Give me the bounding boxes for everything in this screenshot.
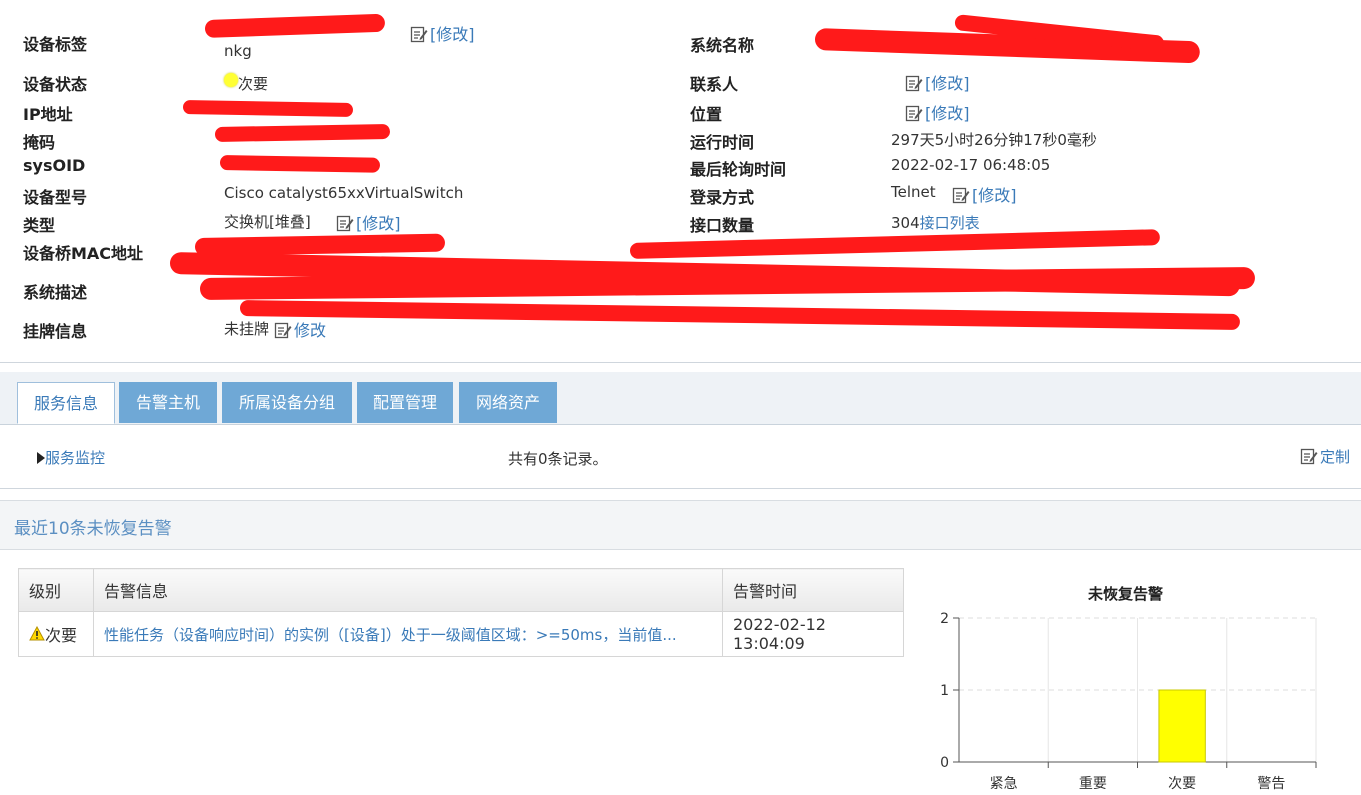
table-row[interactable]: 次要 性能任务（设备响应时间）的实例（[设备]）处于一级阈值区域：>=50ms，… <box>18 611 904 657</box>
label-system-description: 系统描述 <box>23 283 88 302</box>
warning-icon <box>29 625 45 641</box>
alarm-level-cell: 次要 <box>18 611 94 657</box>
column-header-time: 告警时间 <box>722 568 904 612</box>
tab-config-management[interactable]: 配置管理 <box>357 382 453 423</box>
triangle-right-icon <box>37 452 45 464</box>
value-login-method: Telnet <box>891 183 936 201</box>
label-type: 类型 <box>23 216 56 235</box>
redaction-mark <box>204 13 386 38</box>
label-contact: 联系人 <box>690 75 739 94</box>
label-login-method: 登录方式 <box>690 188 755 207</box>
edit-icon <box>410 26 428 43</box>
tab-device-group[interactable]: 所属设备分组 <box>222 382 352 423</box>
bar <box>1158 689 1206 763</box>
y-tick-label: 1 <box>940 683 949 699</box>
value-interface-count: 304接口列表 <box>891 214 980 232</box>
value-uptime: 297天5小时26分钟17秒0毫秒 <box>891 131 1097 149</box>
edit-login-method[interactable]: [修改] <box>952 182 1017 206</box>
x-tick-label: 紧急 <box>990 776 1018 791</box>
redaction-mark <box>214 123 391 142</box>
edit-icon <box>274 322 292 339</box>
record-count: 共有0条记录。 <box>508 450 608 468</box>
tab-alarm-host[interactable]: 告警主机 <box>119 382 217 423</box>
y-tick-label: 0 <box>940 755 949 771</box>
edit-icon <box>905 105 923 122</box>
value-type: 交换机[堆叠] <box>224 213 311 231</box>
tab-network-assets[interactable]: 网络资产 <box>459 382 557 423</box>
service-monitor-toggle[interactable]: 服务监控 <box>37 447 105 468</box>
label-ip-address: IP地址 <box>23 105 73 124</box>
value-device-tag: nkg <box>224 42 252 60</box>
status-dot-icon <box>224 73 238 87</box>
label-interface-count: 接口数量 <box>690 216 755 235</box>
edit-device-tag[interactable]: [修改] <box>410 21 475 45</box>
table-header-row: 级别 告警信息 告警时间 <box>18 568 904 612</box>
tab-service-info[interactable]: 服务信息 <box>17 382 115 424</box>
alarm-message-link[interactable]: 性能任务（设备响应时间）的实例（[设备]）处于一级阈值区域：>=50ms，当前值… <box>104 626 677 644</box>
edit-icon <box>336 215 354 232</box>
column-header-level: 级别 <box>18 568 94 612</box>
unrecovered-alarm-chart: 未恢复告警 0 1 2 紧急 重要 次要 警告 <box>912 570 1352 792</box>
chart-title: 未恢复告警 <box>1087 585 1163 603</box>
label-uptime: 运行时间 <box>690 133 755 152</box>
divider <box>0 362 1361 363</box>
label-sysoid: sysOID <box>23 156 86 175</box>
edit-icon <box>1300 448 1318 465</box>
label-last-poll: 最后轮询时间 <box>690 160 787 179</box>
divider <box>0 488 1361 489</box>
value-device-model: Cisco catalyst65xxVirtualSwitch <box>224 184 464 202</box>
value-tag-info: 未挂牌 <box>224 320 270 338</box>
label-mask: 掩码 <box>23 133 56 152</box>
tab-bar: 服务信息 告警主机 所属设备分组 配置管理 网络资产 <box>0 372 1361 425</box>
column-header-message: 告警信息 <box>93 568 723 612</box>
y-tick-label: 2 <box>940 611 949 627</box>
x-tick-label: 重要 <box>1079 776 1107 791</box>
label-location: 位置 <box>690 105 723 124</box>
customize-button[interactable]: 定制 <box>1300 446 1350 467</box>
alarm-time-cell: 2022-02-12 13:04:09 <box>722 611 904 657</box>
alarm-message-cell[interactable]: 性能任务（设备响应时间）的实例（[设备]）处于一级阈值区域：>=50ms，当前值… <box>93 611 723 657</box>
label-device-status: 设备状态 <box>23 75 88 94</box>
edit-type[interactable]: [修改] <box>336 210 401 234</box>
bar-chart: 未恢复告警 0 1 2 紧急 重要 次要 警告 <box>940 585 1317 792</box>
value-device-status: 次要 <box>224 73 268 94</box>
x-tick-label: 警告 <box>1257 776 1285 791</box>
redaction-mark <box>219 155 381 173</box>
label-device-tag: 设备标签 <box>23 35 88 54</box>
interface-list-link[interactable]: 接口列表 <box>920 214 980 232</box>
edit-icon <box>905 75 923 92</box>
label-device-model: 设备型号 <box>23 188 88 207</box>
edit-contact[interactable]: [修改] <box>905 70 970 94</box>
alarms-table: 级别 告警信息 告警时间 次要 性能任务（设备响应时间）的实例（[设备]）处于一… <box>18 568 904 657</box>
edit-icon <box>952 187 970 204</box>
redaction-mark <box>182 100 354 117</box>
label-system-name: 系统名称 <box>690 36 755 55</box>
alarms-section-title: 最近10条未恢复告警 <box>14 519 172 539</box>
redaction-mark <box>239 300 1241 330</box>
x-tick-label: 次要 <box>1168 776 1196 791</box>
label-bridge-mac: 设备桥MAC地址 <box>23 244 144 263</box>
label-tag-info: 挂牌信息 <box>23 322 88 341</box>
value-last-poll: 2022-02-17 06:48:05 <box>891 156 1051 174</box>
edit-location[interactable]: [修改] <box>905 100 970 124</box>
alarms-section-header: 最近10条未恢复告警 <box>0 500 1361 550</box>
edit-tag-info[interactable]: 修改 <box>274 317 326 341</box>
